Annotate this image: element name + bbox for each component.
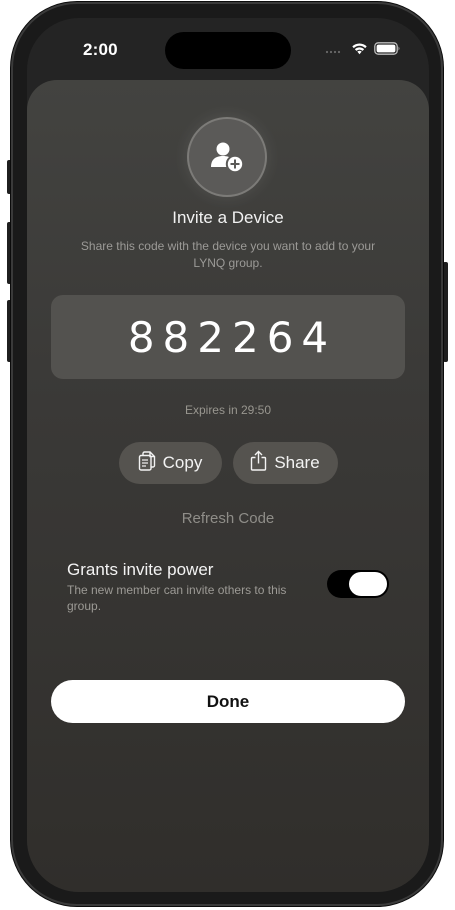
sheet-subtitle: Share this code with the device you want… [80, 239, 376, 270]
share-icon [250, 450, 267, 476]
invite-code: 882264 [127, 312, 337, 362]
refresh-code-button[interactable]: Refresh Code [27, 510, 429, 527]
copy-button[interactable]: Copy [118, 442, 222, 484]
signal-icon [325, 42, 345, 60]
status-icons [325, 42, 401, 60]
action-row: Copy Share [27, 442, 429, 484]
add-user-icon [189, 119, 265, 195]
copy-icon [138, 450, 156, 476]
invite-code-box: 882264 [51, 295, 405, 379]
invite-power-toggle[interactable] [327, 570, 389, 598]
invite-power-description: The new member can invite others to this… [67, 583, 287, 613]
share-button-label: Share [274, 453, 320, 472]
dynamic-island [165, 32, 291, 69]
share-button[interactable]: Share [232, 442, 338, 484]
wifi-icon [351, 42, 368, 60]
invite-sheet: Invite a Device Share this code with the… [27, 80, 429, 892]
toggle-knob [349, 572, 387, 596]
done-button[interactable]: Done [51, 680, 405, 723]
phone-screen: 2:00 Invite a Device Share this code wit… [27, 18, 429, 892]
status-bar: 2:00 [27, 18, 429, 80]
status-time: 2:00 [83, 40, 118, 59]
copy-button-label: Copy [162, 453, 203, 472]
power-button [443, 262, 448, 362]
invite-power-title: Grants invite power [67, 560, 214, 579]
invite-power-row: Grants invite power The new member can i… [67, 558, 391, 618]
battery-icon [374, 42, 401, 60]
expiry-label: Expires in 29:50 [184, 403, 272, 417]
sheet-title: Invite a Device [172, 208, 284, 227]
